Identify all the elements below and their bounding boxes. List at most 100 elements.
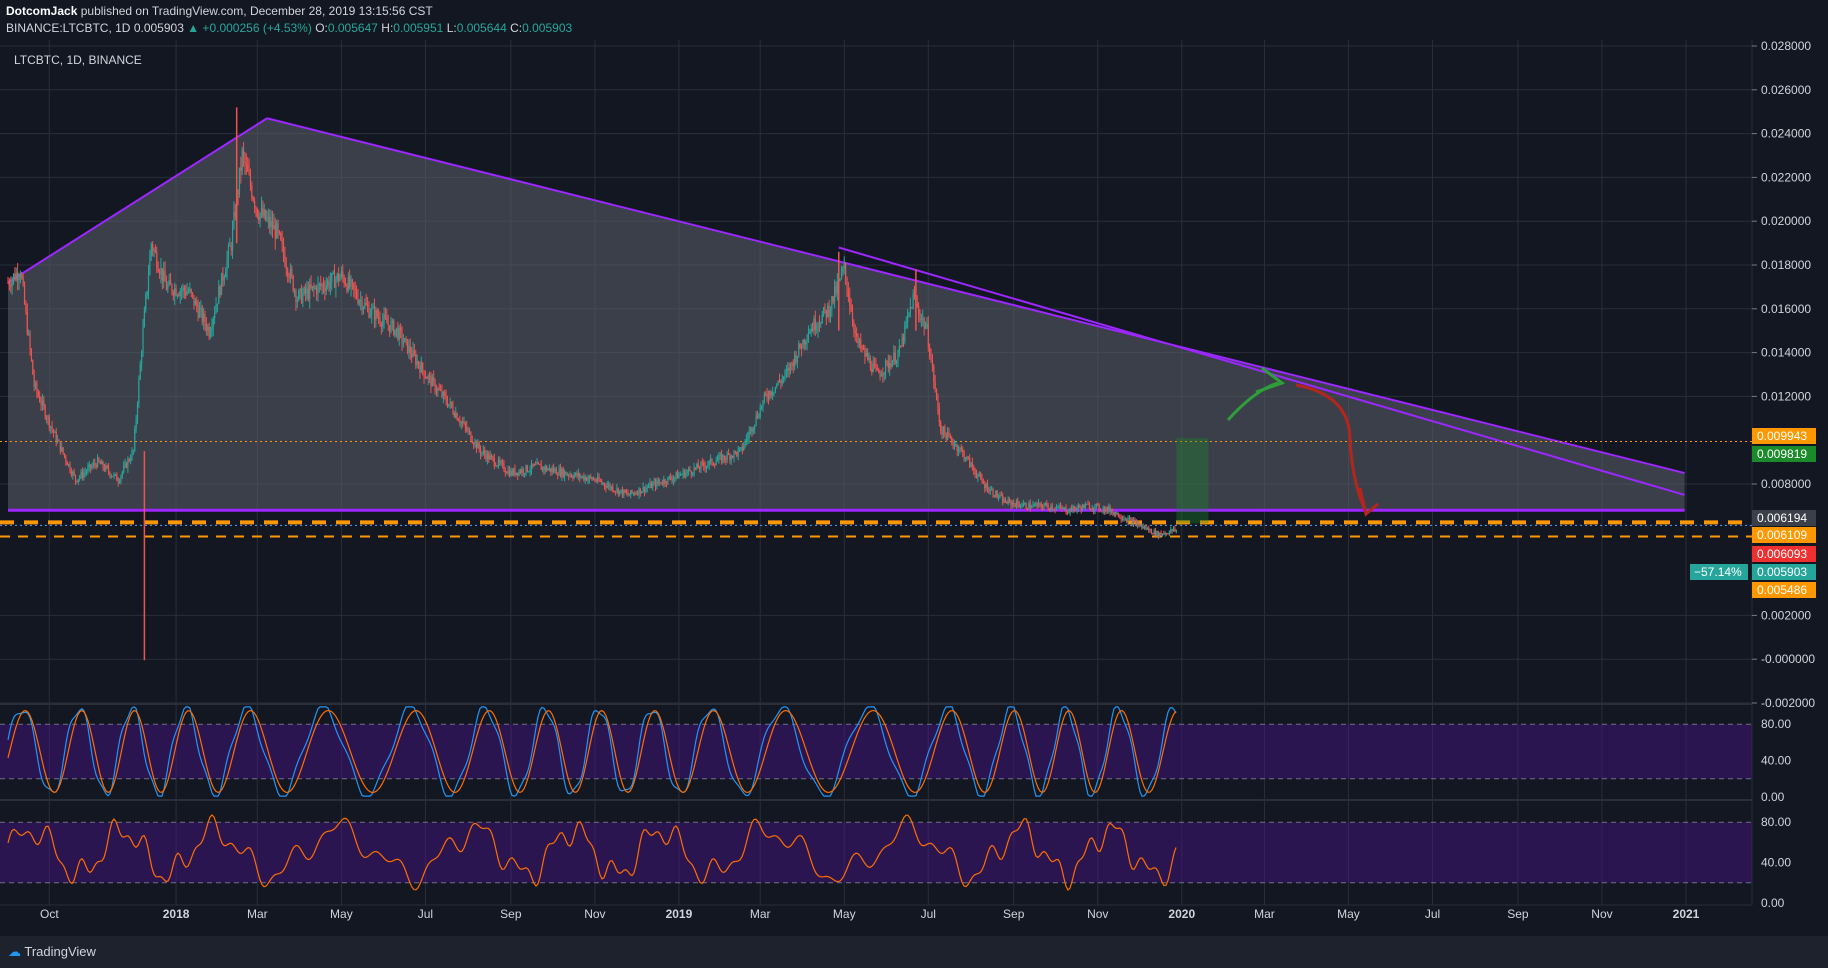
candle-body: [1064, 507, 1066, 509]
candle-body: [856, 332, 858, 337]
candle-body: [25, 303, 27, 312]
candle-body: [868, 358, 870, 361]
candle-body: [1124, 519, 1126, 521]
time-axis[interactable]: Oct 2018 Mar May Jul Sep Nov 2019 Mar May Jul Sep No…: [40, 907, 1700, 921]
candle-body: [112, 475, 114, 477]
candle-body: [893, 352, 895, 361]
candle-body: [1167, 533, 1169, 535]
y-tick-label: 0.020000: [1761, 214, 1811, 228]
x-tick-label: Nov: [584, 907, 605, 921]
candle-body: [738, 447, 741, 450]
candle-body: [471, 440, 473, 444]
candle-body: [478, 442, 480, 450]
x-tick-label: May: [330, 907, 353, 921]
price-chart[interactable]: 0.028000 0.026000 0.024000 0.022000 0.020000…: [0, 0, 1828, 936]
candle-body: [869, 358, 872, 369]
candle-body: [395, 327, 398, 330]
candle-body: [683, 470, 686, 477]
candle-body: [1055, 507, 1058, 510]
candle-body: [1028, 503, 1030, 510]
candle-body: [1047, 505, 1049, 509]
x-tick-label: Jul: [1425, 907, 1440, 921]
candle-body: [208, 326, 210, 337]
candle-body: [791, 362, 793, 364]
oscillator-tick-label: 0.00: [1761, 790, 1785, 804]
candle-body: [766, 393, 768, 398]
candle-body: [690, 471, 692, 474]
candle-body: [776, 384, 778, 387]
candle-body: [101, 461, 103, 465]
candle-body: [696, 463, 698, 469]
candle-body: [234, 211, 236, 217]
candle-body: [883, 372, 885, 376]
candle-body: [890, 363, 892, 367]
candle-body: [320, 283, 322, 287]
candle-body: [404, 338, 406, 343]
candle-body: [463, 422, 465, 424]
candle-body: [244, 155, 246, 165]
x-tick-label: Mar: [247, 907, 268, 921]
main-pane[interactable]: [0, 107, 1752, 661]
candle-body: [76, 480, 78, 482]
candle-body: [281, 239, 283, 244]
candle-body: [599, 480, 601, 482]
candle-body: [681, 474, 683, 476]
candle-body: [853, 321, 855, 332]
candle-body: [642, 486, 644, 492]
candle-body: [361, 299, 363, 310]
candle-body: [748, 431, 750, 438]
candle-body: [1053, 509, 1055, 511]
candle-body: [784, 371, 786, 377]
candle-body: [711, 458, 713, 465]
price-axis[interactable]: 0.028000 0.026000 0.024000 0.022000 0.020000…: [1690, 39, 1816, 910]
tradingview-logo[interactable]: ☁ TradingView: [8, 944, 96, 960]
candle-body: [747, 437, 749, 439]
candle-body: [331, 273, 333, 282]
candle-body: [23, 284, 26, 304]
candle-body: [190, 289, 192, 293]
candle-body: [780, 381, 782, 383]
candle-body: [413, 349, 416, 355]
candle-body: [1166, 532, 1168, 534]
candle-body: [125, 462, 128, 468]
candle-body: [386, 317, 388, 324]
candle-body: [602, 483, 604, 485]
candle-body: [1046, 503, 1048, 506]
candle-body: [1019, 506, 1022, 508]
candle-body: [967, 456, 969, 458]
candle-body: [383, 314, 385, 321]
candle-body: [566, 474, 568, 476]
candle-body: [902, 337, 905, 342]
candle-body: [296, 300, 298, 302]
candle-body: [280, 233, 282, 240]
candle-body: [442, 392, 444, 397]
candle-body: [1113, 512, 1115, 515]
candle-body: [376, 310, 378, 317]
candle-body: [704, 465, 706, 469]
candle-body: [233, 211, 235, 228]
candle-body: [678, 474, 680, 479]
stochastic-pane[interactable]: [0, 706, 1752, 797]
candle-body: [441, 390, 443, 397]
candle-body: [1026, 508, 1029, 510]
candle-body: [317, 284, 319, 295]
candle-body: [773, 391, 775, 393]
candle-body: [377, 316, 380, 319]
candle-body: [314, 287, 316, 289]
y-tick-label: 0.008000: [1761, 477, 1811, 491]
price-label: 0.006194: [1757, 511, 1807, 525]
rsi-pane[interactable]: [0, 814, 1752, 891]
candle-body: [789, 362, 792, 372]
candle-body: [970, 462, 972, 467]
candle-body: [68, 463, 70, 466]
candle-body: [918, 306, 920, 314]
candle-body: [350, 279, 352, 287]
candle-body: [1039, 502, 1041, 504]
candle-body: [73, 471, 75, 475]
candle-body: [142, 326, 144, 353]
candle-body: [1011, 502, 1013, 506]
candle-body: [85, 471, 88, 473]
candle-body: [722, 455, 724, 462]
candle-body: [406, 339, 409, 353]
candle-body: [515, 472, 517, 475]
